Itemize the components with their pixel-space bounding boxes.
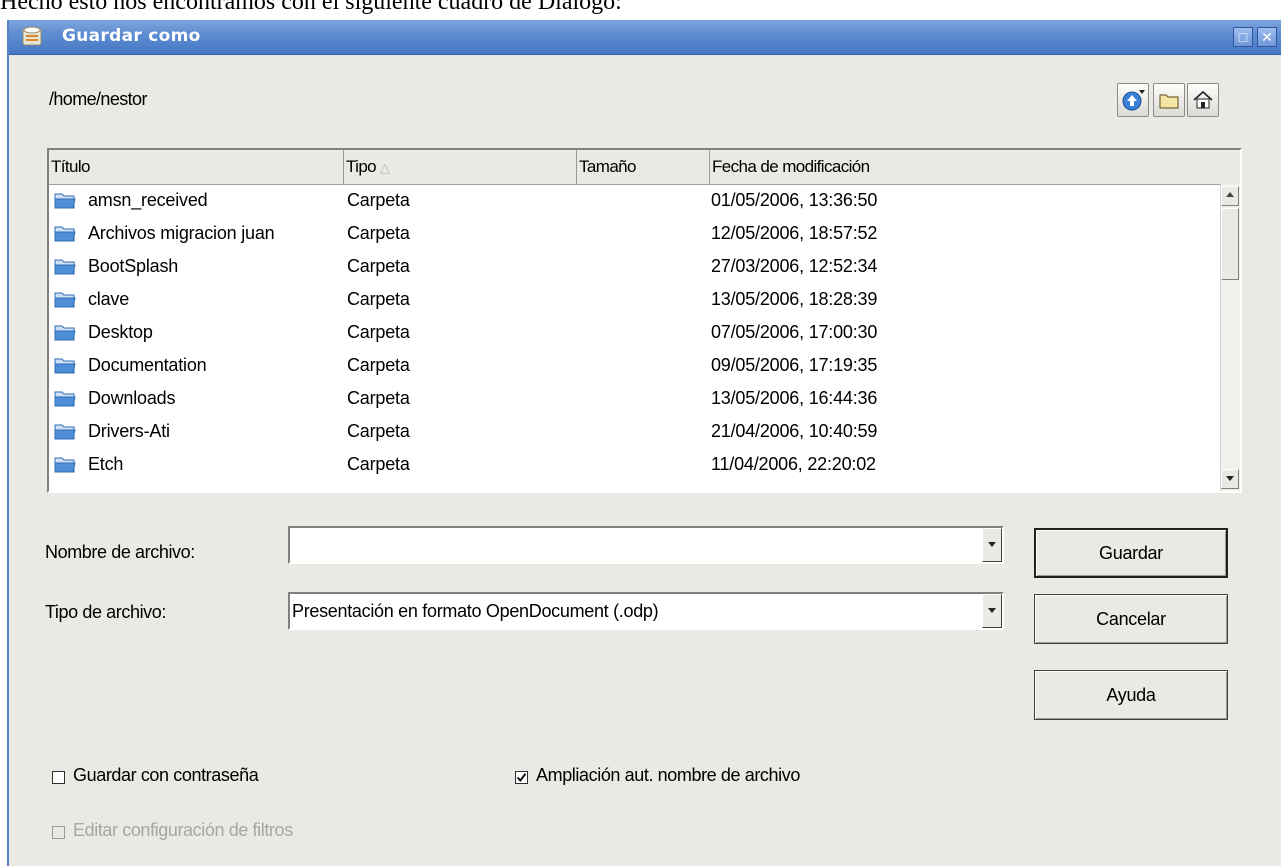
row-name: clave bbox=[88, 289, 130, 309]
window-title: Guardar como bbox=[62, 26, 201, 46]
title-bar[interactable]: Guardar como □ ✕ bbox=[9, 20, 1281, 55]
help-button[interactable]: Ayuda bbox=[1034, 670, 1228, 720]
filetype-value: Presentación en formato OpenDocument (.o… bbox=[292, 601, 659, 621]
openoffice-app-icon bbox=[22, 26, 42, 46]
row-type: Carpeta bbox=[347, 355, 410, 375]
up-one-level-button[interactable] bbox=[1117, 83, 1149, 117]
file-list[interactable]: Título Tipo △ Tamaño Fecha de modificació… bbox=[47, 148, 1242, 493]
table-row[interactable]: Desktop Carpeta 07/05/2006, 17:00:30 bbox=[49, 316, 1221, 349]
row-date: 01/05/2006, 13:36:50 bbox=[711, 190, 878, 210]
row-date: 12/05/2006, 18:57:52 bbox=[711, 223, 878, 243]
row-date: 21/04/2006, 10:40:59 bbox=[711, 421, 878, 441]
close-button[interactable]: ✕ bbox=[1257, 27, 1277, 47]
row-date: 13/05/2006, 18:28:39 bbox=[711, 289, 878, 309]
filename-field[interactable] bbox=[288, 526, 1004, 564]
password-label: Guardar con contraseña bbox=[73, 765, 259, 785]
column-date-label: Fecha de modificación bbox=[712, 157, 870, 176]
folder-icon bbox=[54, 457, 76, 473]
row-name: BootSplash bbox=[88, 256, 179, 276]
column-size-label: Tamaño bbox=[579, 157, 636, 176]
row-type: Carpeta bbox=[347, 421, 410, 441]
chevron-down-icon bbox=[988, 608, 996, 613]
up-one-level-icon bbox=[1122, 90, 1145, 111]
triangle-up-icon bbox=[1226, 192, 1234, 197]
row-name: Etch bbox=[88, 454, 124, 474]
folder-icon bbox=[54, 226, 76, 242]
cancel-button[interactable]: Cancelar bbox=[1034, 594, 1228, 644]
table-row[interactable]: Drivers-Ati Carpeta 21/04/2006, 10:40:59 bbox=[49, 415, 1221, 448]
row-name: Drivers-Ati bbox=[88, 421, 170, 441]
folder-icon bbox=[54, 424, 76, 440]
password-checkbox[interactable] bbox=[52, 771, 65, 784]
table-row[interactable]: Documentation Carpeta 09/05/2006, 17:19:… bbox=[49, 349, 1221, 382]
row-type: Carpeta bbox=[347, 454, 410, 474]
row-date: 09/05/2006, 17:19:35 bbox=[711, 355, 878, 375]
filter-settings-checkbox bbox=[52, 826, 65, 839]
triangle-down-icon bbox=[1226, 476, 1234, 481]
row-date: 13/05/2006, 16:44:36 bbox=[711, 388, 878, 408]
save-as-dialog: Guardar como □ ✕ /home/nestor Título Tip… bbox=[7, 20, 1281, 866]
table-row[interactable]: clave Carpeta 13/05/2006, 18:28:39 bbox=[49, 283, 1221, 316]
new-folder-button[interactable] bbox=[1153, 83, 1185, 117]
filetype-label: Tipo de archivo: bbox=[45, 602, 166, 622]
file-list-header: Título Tipo △ Tamaño Fecha de modificació… bbox=[49, 150, 1240, 185]
checkmark-icon bbox=[516, 773, 527, 783]
table-row[interactable]: Downloads Carpeta 13/05/2006, 16:44:36 bbox=[49, 382, 1221, 415]
scroll-down-button[interactable] bbox=[1221, 469, 1239, 489]
row-type: Carpeta bbox=[347, 322, 410, 342]
maximize-button[interactable]: □ bbox=[1233, 27, 1253, 47]
row-name: Documentation bbox=[88, 355, 207, 375]
page-caption: Hecho esto nos encontramos con el siguie… bbox=[0, 0, 622, 15]
column-date[interactable]: Fecha de modificación bbox=[710, 150, 1240, 184]
file-list-scrollbar[interactable] bbox=[1220, 184, 1240, 491]
row-date: 27/03/2006, 12:52:34 bbox=[711, 256, 878, 276]
table-row[interactable]: Archivos migracion juan Carpeta 12/05/20… bbox=[49, 217, 1221, 250]
row-name: Downloads bbox=[88, 388, 176, 408]
row-date: 11/04/2006, 22:20:02 bbox=[711, 454, 876, 474]
row-name: Archivos migracion juan bbox=[88, 223, 275, 243]
folder-icon bbox=[54, 391, 76, 407]
row-type: Carpeta bbox=[347, 223, 410, 243]
table-row[interactable]: Etch Carpeta 11/04/2006, 22:20:02 bbox=[49, 448, 1221, 481]
filetype-dropdown-button[interactable] bbox=[982, 594, 1002, 628]
row-type: Carpeta bbox=[347, 256, 410, 276]
filename-label: Nombre de archivo: bbox=[45, 542, 195, 562]
home-folder-icon bbox=[1193, 90, 1213, 109]
auto-extension-label: Ampliación aut. nombre de archivo bbox=[536, 765, 800, 785]
scrollbar-thumb[interactable] bbox=[1221, 208, 1239, 280]
folder-icon bbox=[54, 292, 76, 308]
file-rows: amsn_received Carpeta 01/05/2006, 13:36:… bbox=[49, 184, 1221, 491]
table-row[interactable]: BootSplash Carpeta 27/03/2006, 12:52:34 bbox=[49, 250, 1221, 283]
new-folder-icon bbox=[1159, 94, 1179, 109]
row-name: Desktop bbox=[88, 322, 153, 342]
column-size[interactable]: Tamaño bbox=[577, 150, 710, 184]
row-name: amsn_received bbox=[88, 190, 208, 210]
column-title-label: Título bbox=[51, 157, 91, 176]
auto-extension-checkbox[interactable] bbox=[515, 771, 528, 784]
row-type: Carpeta bbox=[347, 289, 410, 309]
row-date: 07/05/2006, 17:00:30 bbox=[711, 322, 878, 342]
current-path: /home/nestor bbox=[49, 89, 147, 109]
row-type: Carpeta bbox=[347, 388, 410, 408]
folder-icon bbox=[54, 193, 76, 209]
home-folder-button[interactable] bbox=[1187, 83, 1219, 117]
folder-icon bbox=[54, 358, 76, 374]
column-title[interactable]: Título bbox=[49, 150, 344, 184]
folder-icon bbox=[54, 259, 76, 275]
column-type[interactable]: Tipo △ bbox=[344, 150, 577, 184]
sort-ascending-icon: △ bbox=[380, 160, 390, 175]
table-row[interactable]: amsn_received Carpeta 01/05/2006, 13:36:… bbox=[49, 184, 1221, 217]
column-type-label: Tipo bbox=[346, 157, 377, 176]
row-type: Carpeta bbox=[347, 190, 410, 210]
filter-settings-label: Editar configuración de filtros bbox=[73, 820, 293, 840]
folder-icon bbox=[54, 325, 76, 341]
scroll-up-button[interactable] bbox=[1221, 186, 1239, 206]
filename-dropdown-button[interactable] bbox=[982, 528, 1002, 562]
chevron-down-icon bbox=[988, 542, 996, 547]
filetype-select[interactable]: Presentación en formato OpenDocument (.o… bbox=[288, 592, 1004, 630]
save-button[interactable]: Guardar bbox=[1034, 528, 1228, 578]
